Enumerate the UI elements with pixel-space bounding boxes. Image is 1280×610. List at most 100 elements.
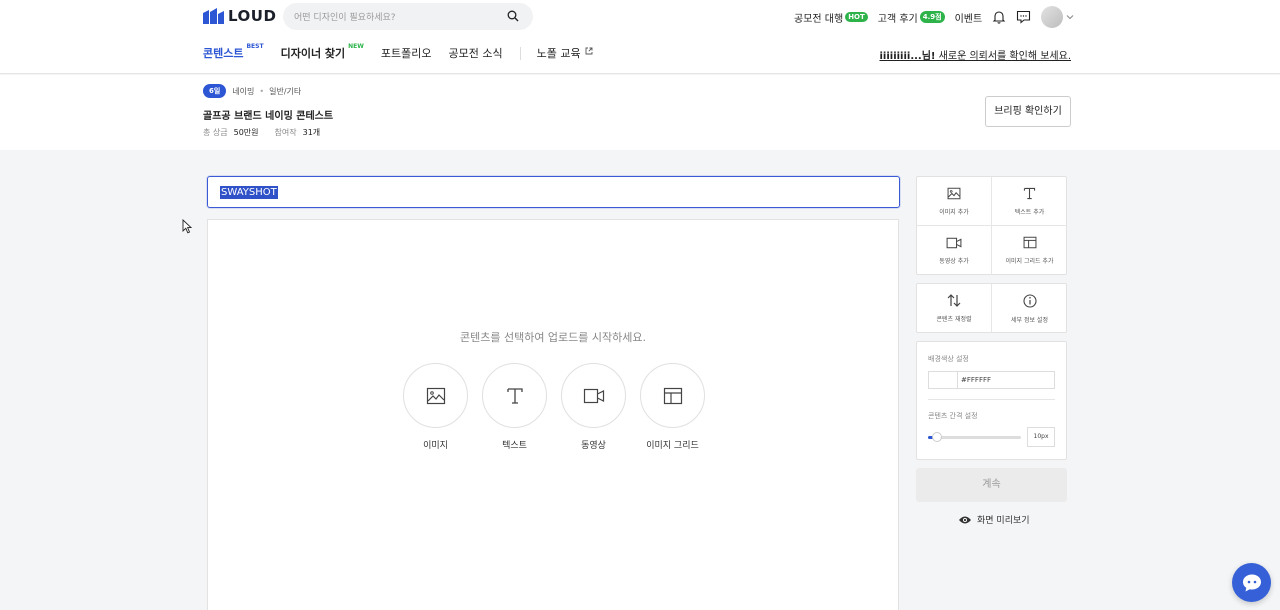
nav-label: 디자이너 찾기 — [280, 47, 346, 60]
contest-info: 6일 네이밍 • 일반/기타 골프공 브랜드 네이밍 콘테스트 총 상금 50만… — [0, 75, 1280, 150]
link-events[interactable]: 이벤트 — [955, 10, 983, 25]
header-utility: 공모전 대행 HOT 고객 후기 4.9점 이벤트 — [794, 6, 1074, 28]
new-request-notice[interactable]: iiiiiiiii...님! 새로운 의뢰서를 확인해 보세요. — [879, 47, 1071, 62]
notice-text: 새로운 의뢰서를 확인해 보세요. — [935, 51, 1071, 62]
link-label: 고객 후기 — [877, 13, 918, 25]
logo-mark-icon — [203, 8, 224, 24]
logo[interactable]: LOUD — [203, 7, 276, 25]
link-reviews[interactable]: 고객 후기 4.9점 — [878, 10, 945, 25]
entry-title-input[interactable]: SWAYSHOT — [207, 176, 900, 208]
spacing-value-input[interactable]: 10px — [1027, 427, 1055, 447]
notice-username: iiiiiiiii...님! — [879, 51, 936, 62]
mouse-cursor-icon — [182, 219, 192, 234]
logo-text: LOUD — [228, 7, 277, 25]
option-label: 이미지 그리드 — [646, 441, 699, 451]
bg-color-label: 배경색상 설정 — [928, 355, 969, 363]
entry-title-value[interactable]: SWAYSHOT — [220, 186, 278, 199]
nav-item-contest[interactable]: 콘텐스트 BEST — [203, 43, 264, 61]
eye-icon — [958, 515, 972, 525]
add-video-option[interactable]: 동영상 — [561, 363, 626, 451]
option-label: 이미지 — [423, 441, 448, 451]
link-contest-agency[interactable]: 공모전 대행 HOT — [794, 10, 868, 25]
nav-divider — [519, 46, 521, 60]
subcategory-tag: 일반/기타 — [269, 86, 302, 96]
spacing-slider[interactable] — [928, 431, 1021, 442]
link-label: 이벤트 — [954, 13, 983, 25]
video-icon[interactable] — [561, 363, 626, 428]
nav-label: 공모전 소식 — [448, 47, 503, 60]
add-text-button[interactable]: 텍스트 추가 — [992, 177, 1067, 226]
external-link-icon — [585, 47, 593, 55]
cell-label: 이미지 추가 — [939, 208, 969, 216]
cell-label: 동영상 추가 — [939, 257, 969, 265]
entries-value: 31개 — [302, 128, 321, 137]
chevron-down-icon[interactable] — [1066, 14, 1074, 20]
hot-badge: HOT — [845, 12, 868, 22]
cell-label: 텍스트 추가 — [1014, 208, 1045, 216]
cell-label: 세부 정보 설정 — [1011, 316, 1048, 324]
site-header: LOUD 어떤 디자인이 필요하세요? 공모전 대행 HOT 고객 후기 4.9… — [0, 0, 1280, 74]
avatar[interactable] — [1041, 6, 1064, 28]
nav-label: 노폴 교육 — [536, 47, 581, 60]
add-image-grid-button[interactable]: 이미지 그리드 추가 — [992, 226, 1067, 275]
search-bar[interactable]: 어떤 디자인이 필요하세요? — [283, 3, 533, 30]
rating-badge: 4.9점 — [919, 11, 945, 23]
nav-item-portfolio[interactable]: 포트폴리오 — [381, 45, 432, 61]
add-image-grid-option[interactable]: 이미지 그리드 — [640, 363, 705, 451]
search-icon[interactable] — [507, 10, 519, 22]
grid-icon[interactable] — [640, 363, 705, 428]
upload-hint: 콘텐츠를 선택하여 업로드를 시작하세요. — [459, 331, 647, 344]
best-badge: BEST — [246, 43, 264, 50]
spacing-control: 10px — [928, 427, 1055, 447]
contest-stats: 총 상금 50만원 참여작 31개 — [203, 127, 330, 138]
chat-icon[interactable] — [1016, 10, 1031, 24]
text-icon[interactable] — [482, 363, 547, 428]
nav-item-contest-news[interactable]: 공모전 소식 — [449, 45, 503, 61]
dot-separator: • — [259, 86, 265, 96]
bell-icon[interactable] — [992, 10, 1006, 24]
cell-label: 이미지 그리드 추가 — [1005, 258, 1054, 265]
new-badge: NEW — [348, 43, 364, 50]
add-video-button[interactable]: 동영상 추가 — [917, 226, 992, 275]
info-icon — [1022, 293, 1037, 308]
preview-label: 화면 미리보기 — [977, 516, 1030, 526]
nav-label: 포트폴리오 — [380, 47, 432, 60]
cell-label: 콘텐츠 재정렬 — [936, 316, 972, 323]
reorder-content-button[interactable]: 콘텐츠 재정렬 — [917, 284, 992, 333]
detail-settings-button[interactable]: 세부 정보 설정 — [992, 284, 1067, 333]
contest-tags: 6일 네이밍 • 일반/기타 — [203, 84, 301, 98]
nav-item-find-designer[interactable]: 디자이너 찾기 NEW — [280, 43, 364, 61]
grid-icon — [1023, 236, 1037, 249]
color-swatch[interactable] — [929, 372, 958, 388]
nav-label: 콘텐스트 — [203, 47, 244, 60]
video-icon — [946, 237, 962, 249]
link-label: 공모전 대행 — [794, 13, 844, 25]
add-image-option[interactable]: 이미지 — [403, 363, 468, 451]
screen-preview-button[interactable]: 화면 미리보기 — [958, 513, 1030, 526]
editor-canvas[interactable]: 콘텐츠를 선택하여 업로드를 시작하세요. 이미지 텍스트 동영상 이미지 그리… — [207, 219, 899, 610]
content-type-options: 이미지 텍스트 동영상 이미지 그리드 — [403, 363, 705, 451]
search-input[interactable]: 어떤 디자인이 필요하세요? — [294, 10, 396, 23]
category-tag: 네이밍 — [232, 86, 255, 96]
chat-support-button[interactable] — [1232, 563, 1271, 602]
slider-handle[interactable] — [932, 431, 943, 442]
entries-label: 참여작 — [274, 128, 297, 137]
text-icon — [1023, 187, 1036, 200]
option-label: 텍스트 — [502, 441, 527, 451]
bg-color-value[interactable]: #FFFFFF — [958, 372, 991, 388]
spacing-label: 콘텐츠 간격 설정 — [928, 412, 978, 420]
nav-item-education[interactable]: 노폴 교육 — [537, 45, 593, 61]
add-content-panel: 이미지 추가 텍스트 추가 동영상 추가 이미지 그리드 추가 — [916, 176, 1067, 275]
add-text-option[interactable]: 텍스트 — [482, 363, 547, 451]
image-icon — [947, 187, 961, 200]
contest-title: 골프공 브랜드 네이밍 콘테스트 — [203, 111, 334, 122]
prize-value: 50만원 — [233, 128, 259, 137]
bg-color-field[interactable]: #FFFFFF — [928, 371, 1055, 389]
continue-button[interactable]: 계속 — [916, 468, 1067, 502]
view-brief-button[interactable]: 브리핑 확인하기 — [985, 96, 1071, 127]
image-icon[interactable] — [403, 363, 468, 428]
add-image-button[interactable]: 이미지 추가 — [917, 177, 992, 226]
prize-label: 총 상금 — [203, 128, 228, 137]
style-settings-panel: 배경색상 설정 #FFFFFF 콘텐츠 간격 설정 10px — [916, 341, 1067, 460]
chat-bubble-icon — [1241, 573, 1263, 593]
